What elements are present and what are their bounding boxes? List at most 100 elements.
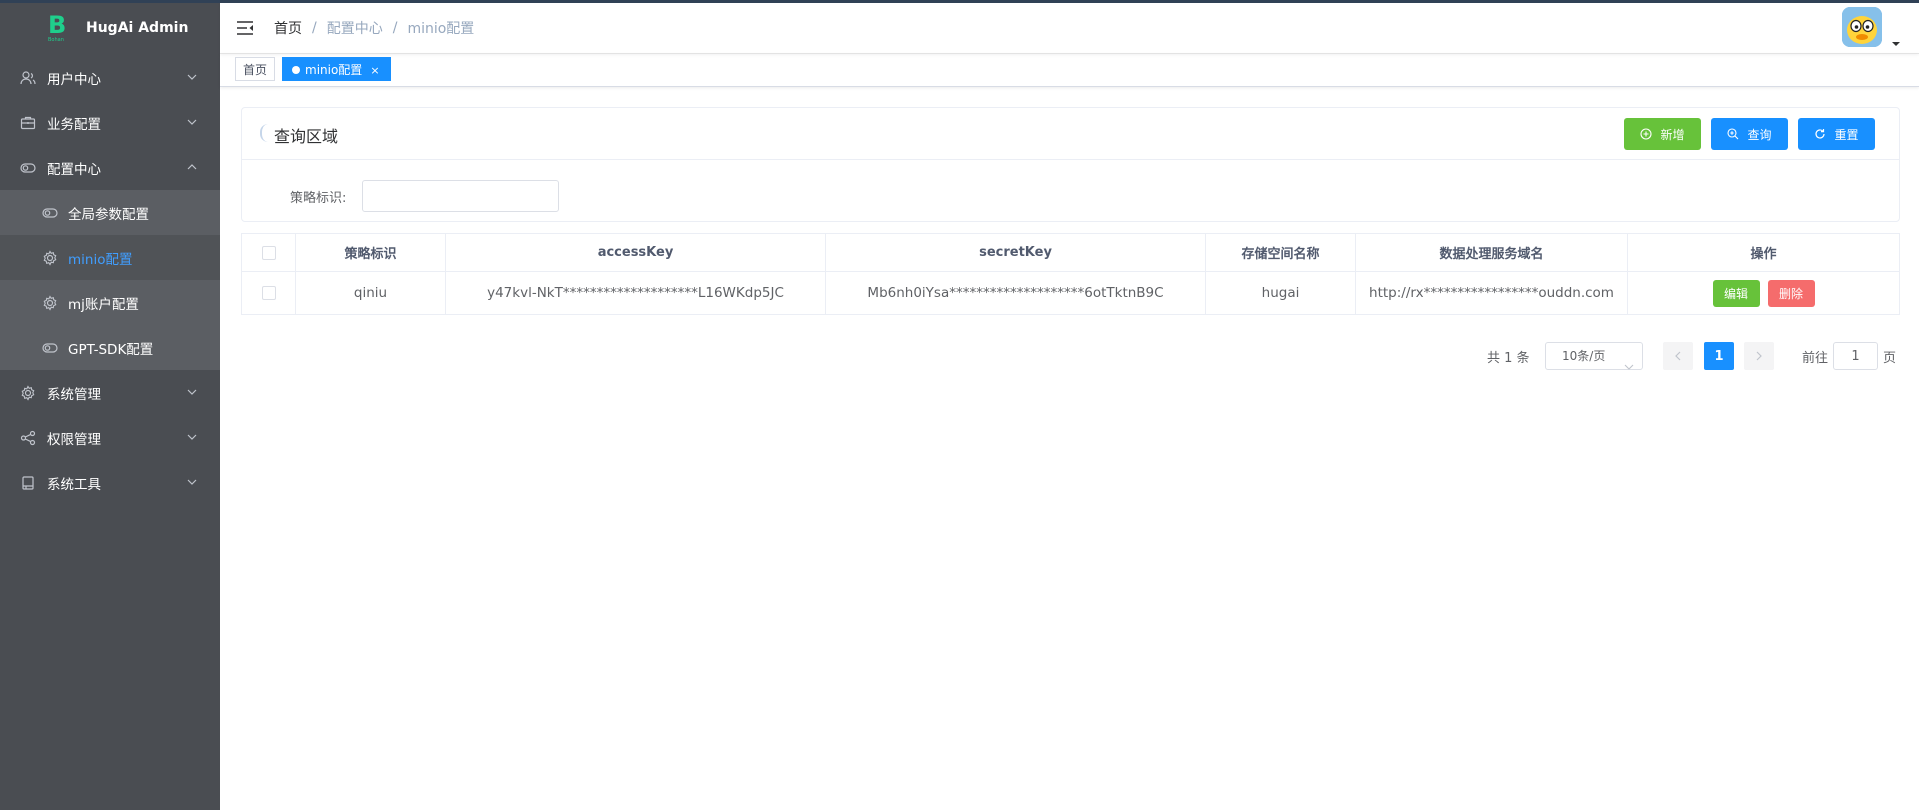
table-row: qiniu y47kvl-NkT********************L16W… bbox=[242, 272, 1899, 314]
next-page-button[interactable] bbox=[1744, 342, 1774, 370]
toggle-icon bbox=[42, 340, 58, 356]
edit-button[interactable]: 编辑 bbox=[1712, 279, 1760, 307]
menu-fold-icon[interactable] bbox=[236, 19, 254, 37]
plus-circle-icon bbox=[1640, 128, 1653, 140]
prev-page-button[interactable] bbox=[1663, 342, 1693, 370]
user-icon bbox=[20, 70, 36, 86]
avatar[interactable] bbox=[1842, 7, 1882, 47]
gear-icon bbox=[42, 294, 58, 311]
gear-icon bbox=[42, 249, 58, 266]
policy-id-label: 策略标识: bbox=[290, 191, 347, 206]
chevron-down-icon bbox=[186, 116, 198, 128]
delete-button[interactable]: 删除 bbox=[1767, 279, 1815, 307]
column-header: 数据处理服务域名 bbox=[1356, 234, 1628, 271]
breadcrumb-separator: / bbox=[312, 20, 317, 36]
breadcrumb-item-minio-config: minio配置 bbox=[407, 21, 475, 37]
toggle-icon bbox=[20, 160, 36, 176]
chevron-down-icon bbox=[186, 431, 198, 443]
config-center-submenu: 全局参数配置 minio配置 mj账户配置 GPT-SDK配置 bbox=[0, 190, 220, 370]
reset-button[interactable]: 重置 bbox=[1798, 118, 1875, 150]
title-mark-icon bbox=[260, 124, 268, 142]
add-button[interactable]: 新增 bbox=[1624, 118, 1701, 150]
row-checkbox[interactable] bbox=[261, 286, 276, 300]
chevron-down-icon bbox=[186, 71, 198, 83]
goto-label: 前往 bbox=[1802, 351, 1829, 366]
toggle-icon bbox=[42, 205, 58, 221]
table-header-row: 策略标识 accessKey secretKey 存储空间名称 数据处理服务域名… bbox=[242, 234, 1899, 272]
sidebar-item-system-tools[interactable]: 系统工具 bbox=[0, 460, 220, 505]
chevron-left-icon bbox=[1675, 351, 1681, 361]
sidebar-item-label: GPT-SDK配置 bbox=[68, 341, 154, 358]
query-card-header: 查询区域 新增 查询 重置 bbox=[242, 108, 1899, 160]
app-title: HugAi Admin bbox=[86, 19, 189, 36]
select-all-cell bbox=[242, 234, 296, 271]
breadcrumb-item-config-center: 配置中心 bbox=[326, 21, 383, 37]
page-size-value: 10条/页 bbox=[1562, 349, 1606, 363]
breadcrumb-item-home[interactable]: 首页 bbox=[274, 18, 302, 38]
sidebar-item-label: 全局参数配置 bbox=[68, 206, 149, 223]
sidebar-item-label: 业务配置 bbox=[47, 116, 101, 133]
column-header: 存储空间名称 bbox=[1206, 234, 1356, 271]
column-header: 操作 bbox=[1750, 247, 1777, 262]
sidebar-item-permission-management[interactable]: 权限管理 bbox=[0, 415, 220, 460]
column-header: secretKey bbox=[826, 234, 1206, 271]
chevron-up-icon bbox=[186, 161, 198, 173]
chevron-down-icon bbox=[186, 476, 198, 488]
sidebar-item-config-center[interactable]: 配置中心 bbox=[0, 145, 220, 190]
sidebar-item-label: 用户中心 bbox=[47, 71, 101, 88]
table-cell: http://rx*****************ouddn.com bbox=[1356, 272, 1628, 314]
page-number-current[interactable]: 1 bbox=[1704, 342, 1734, 370]
share-icon bbox=[20, 430, 36, 446]
sidebar-item-system-management[interactable]: 系统管理 bbox=[0, 370, 220, 415]
goto-unit: 页 bbox=[1883, 351, 1897, 366]
reset-button-label: 重置 bbox=[1834, 127, 1859, 142]
search-button-label: 查询 bbox=[1747, 127, 1772, 142]
refresh-icon bbox=[1814, 128, 1826, 140]
query-card-title: 查询区域 bbox=[274, 127, 339, 146]
sidebar-menu: 用户中心 业务配置 配置中心 全局参数配置 minio配置 mj账户配置 GPT… bbox=[0, 55, 220, 505]
active-dot-icon bbox=[292, 66, 300, 74]
page-size-select[interactable]: 10条/页 bbox=[1545, 342, 1643, 370]
pagination-total: 共 1 条 bbox=[1487, 351, 1530, 366]
sidebar-item-business-config[interactable]: 业务配置 bbox=[0, 100, 220, 145]
goto-page-input[interactable] bbox=[1833, 342, 1878, 370]
tool-icon bbox=[20, 475, 36, 491]
gear-icon bbox=[20, 384, 36, 401]
sidebar-item-user-center[interactable]: 用户中心 bbox=[0, 55, 220, 100]
close-icon[interactable]: × bbox=[370, 64, 379, 77]
policy-id-input[interactable] bbox=[362, 180, 559, 212]
top-accent-line bbox=[0, 0, 1919, 3]
table-cell: qiniu bbox=[296, 272, 446, 314]
table-cell: hugai bbox=[1206, 272, 1356, 314]
tag-minio-config[interactable]: minio配置 × bbox=[282, 57, 391, 81]
sidebar-item-label: minio配置 bbox=[68, 251, 133, 268]
chevron-right-icon bbox=[1756, 351, 1762, 361]
logo[interactable]: B Bohan HugAi Admin bbox=[0, 0, 220, 55]
minio-config-table: 策略标识 accessKey secretKey 存储空间名称 数据处理服务域名… bbox=[241, 233, 1900, 315]
column-header: accessKey bbox=[446, 234, 826, 271]
sidebar-item-label: 权限管理 bbox=[47, 431, 101, 448]
column-header: 策略标识 bbox=[296, 234, 446, 271]
sidebar-item-global-params[interactable]: 全局参数配置 bbox=[0, 190, 220, 235]
actions-cell: 编辑 删除 bbox=[1628, 272, 1899, 314]
zoom-in-icon bbox=[1727, 128, 1739, 140]
table-cell: y47kvl-NkT********************L16WKdp5JC bbox=[446, 272, 826, 314]
sidebar: B Bohan HugAi Admin 用户中心 业务配置 配置中心 全局参数配… bbox=[0, 0, 220, 810]
breadcrumb: 首页 / 配置中心 / minio配置 bbox=[274, 18, 474, 38]
sidebar-item-label: 系统工具 bbox=[47, 476, 101, 493]
sidebar-item-label: 系统管理 bbox=[47, 386, 101, 403]
sidebar-item-minio-config[interactable]: minio配置 bbox=[0, 235, 220, 280]
search-button[interactable]: 查询 bbox=[1711, 118, 1788, 150]
tags-view: 首页 minio配置 × bbox=[220, 54, 1919, 87]
tag-label: minio配置 bbox=[305, 63, 363, 77]
briefcase-icon bbox=[20, 115, 36, 131]
select-all-checkbox[interactable] bbox=[261, 245, 276, 260]
table-cell: Mb6nh0iYsa********************6otTktnB9C bbox=[826, 272, 1206, 314]
breadcrumb-separator: / bbox=[392, 20, 398, 36]
sidebar-item-gpt-sdk[interactable]: GPT-SDK配置 bbox=[0, 325, 220, 370]
top-navbar: 首页 / 配置中心 / minio配置 bbox=[220, 3, 1919, 54]
caret-down-icon[interactable] bbox=[1891, 35, 1901, 46]
tag-home[interactable]: 首页 bbox=[235, 57, 275, 81]
sidebar-item-mj-account[interactable]: mj账户配置 bbox=[0, 280, 220, 325]
sidebar-item-label: mj账户配置 bbox=[68, 296, 139, 313]
